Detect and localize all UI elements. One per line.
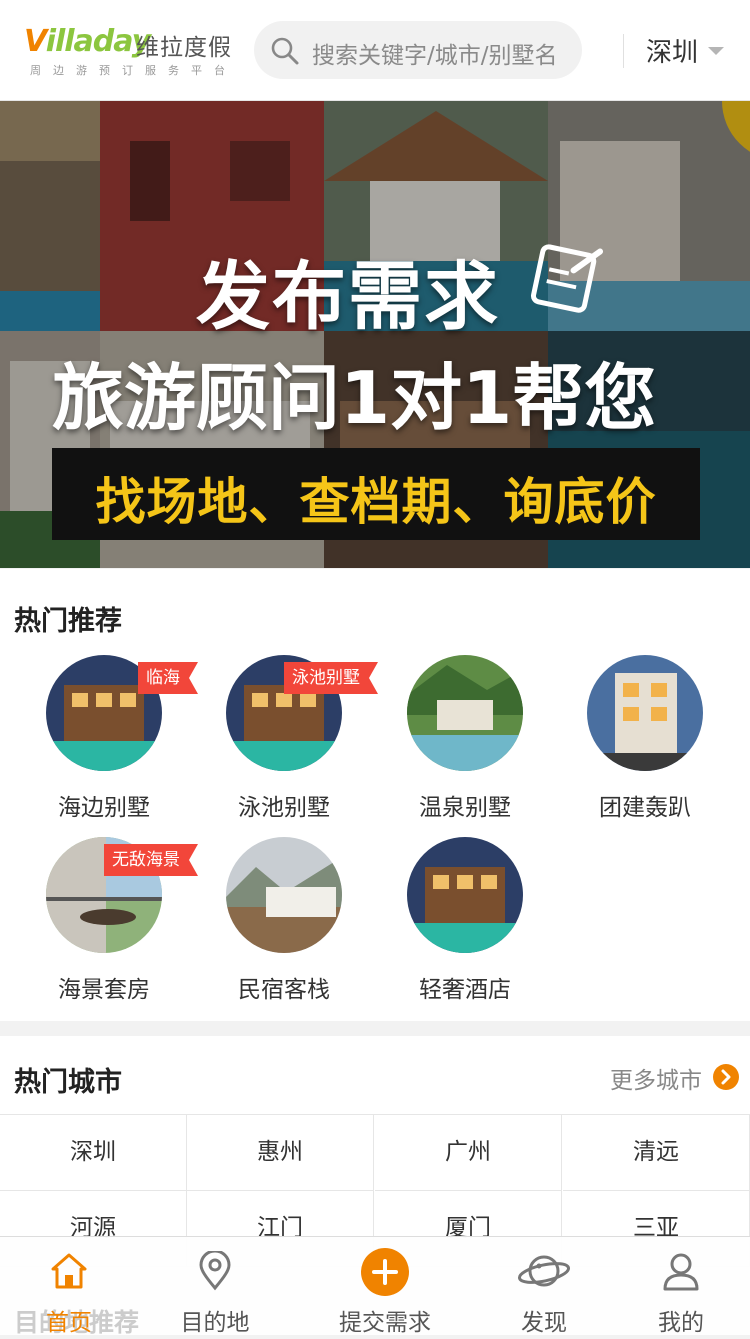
promo-banner[interactable]: 发布需求 旅游顾问1对1帮您 找场地、查档期、询底价 <box>0 101 750 568</box>
tab-mine[interactable]: 我的 <box>606 1237 750 1336</box>
tab-home[interactable]: 首页 <box>0 1237 144 1336</box>
category-tag: 无敌海景 <box>104 844 198 876</box>
tab-label: 首页 <box>46 1310 92 1336</box>
category-item[interactable]: 临海 海边别墅 <box>24 655 198 825</box>
category-tag: 泳池别墅 <box>284 662 378 694</box>
villaday-logo[interactable]: Villaday 维拉度假 周边游预订服务平台 <box>24 24 234 80</box>
search-placeholder: 搜索关键字/城市/别墅名 <box>312 43 558 69</box>
category-image <box>226 837 342 953</box>
section-title-recommend: 热门推荐 <box>14 606 122 637</box>
category-tag: 临海 <box>138 662 198 694</box>
category-label: 海景套房 <box>58 977 150 1003</box>
search-icon <box>271 37 299 65</box>
category-label: 泳池别墅 <box>238 795 330 821</box>
banner-tagline: 找场地、查档期、询底价 <box>95 473 657 531</box>
category-image <box>587 655 703 771</box>
banner-tagline-bar: 找场地、查档期、询底价 <box>52 448 700 540</box>
city-cell[interactable]: 深圳 <box>0 1115 187 1191</box>
caret-down-icon[interactable] <box>708 47 724 55</box>
bottom-tab-bar: 目的地推荐 首页 目的地 提交需求 发现 我的 <box>0 1236 750 1337</box>
category-label: 轻奢酒店 <box>419 977 511 1003</box>
planet-icon <box>517 1255 571 1287</box>
category-label: 海边别墅 <box>58 795 150 821</box>
city-selector[interactable]: 深圳 <box>646 32 698 69</box>
search-bar[interactable]: 搜索关键字/城市/别墅名 <box>254 21 582 79</box>
logo-wordmark: Villaday <box>24 24 151 59</box>
more-cities-link[interactable]: 更多城市 <box>610 1061 702 1095</box>
tab-label: 我的 <box>658 1310 704 1336</box>
category-image <box>407 837 523 953</box>
home-icon <box>51 1253 87 1289</box>
tab-label: 目的地 <box>180 1310 250 1336</box>
plus-circle-icon <box>361 1248 409 1296</box>
category-item[interactable]: 泳池别墅 泳池别墅 <box>204 655 378 825</box>
category-label: 团建轰趴 <box>599 795 691 821</box>
tab-discover[interactable]: 发现 <box>469 1237 619 1336</box>
category-item[interactable]: 无敌海景 海景套房 <box>24 837 198 1007</box>
tab-destination[interactable]: 目的地 <box>140 1237 290 1336</box>
hot-recommend-section: 热门推荐 临海 海边别墅 泳池别墅 泳池别墅 温泉别墅 团建轰趴 无敌海景 海景… <box>0 569 750 1021</box>
category-image <box>407 655 523 771</box>
note-edit-icon <box>530 244 604 313</box>
logo-tagline: 周边游预订服务平台 <box>30 64 237 77</box>
category-label: 民宿客栈 <box>238 977 330 1003</box>
header-divider <box>623 34 624 68</box>
hot-cities-section: 热门城市 更多城市 深圳 惠州 广州 清远 河源 江门 厦门 三亚 <box>0 1036 750 1267</box>
category-label: 温泉别墅 <box>419 795 511 821</box>
tab-label: 提交需求 <box>339 1310 431 1336</box>
category-item[interactable]: 温泉别墅 <box>385 655 545 825</box>
banner-title: 发布需求 <box>196 254 500 340</box>
tab-submit-request[interactable]: 提交需求 <box>310 1237 460 1336</box>
city-cell[interactable]: 惠州 <box>187 1115 374 1191</box>
logo-wordmark-rest: illaday <box>45 24 151 59</box>
banner-subtitle: 旅游顾问1对1帮您 <box>52 356 657 440</box>
city-grid: 深圳 惠州 广州 清远 河源 江门 厦门 三亚 <box>0 1114 750 1267</box>
logo-wordmark-v: V <box>24 24 47 59</box>
tab-label: 发现 <box>521 1310 567 1336</box>
city-cell[interactable]: 清远 <box>563 1115 750 1191</box>
section-title-cities: 热门城市 <box>14 1067 122 1098</box>
chevron-right-icon[interactable] <box>713 1064 739 1090</box>
top-header: Villaday 维拉度假 周边游预订服务平台 搜索关键字/城市/别墅名 深圳 <box>0 0 750 101</box>
city-cell[interactable]: 广州 <box>375 1115 562 1191</box>
category-item[interactable]: 团建轰趴 <box>565 655 725 825</box>
category-item[interactable]: 轻奢酒店 <box>385 837 545 1007</box>
logo-chinese-name: 维拉度假 <box>136 35 232 61</box>
user-icon <box>663 1253 699 1291</box>
location-pin-icon <box>199 1251 231 1291</box>
category-item[interactable]: 民宿客栈 <box>204 837 364 1007</box>
